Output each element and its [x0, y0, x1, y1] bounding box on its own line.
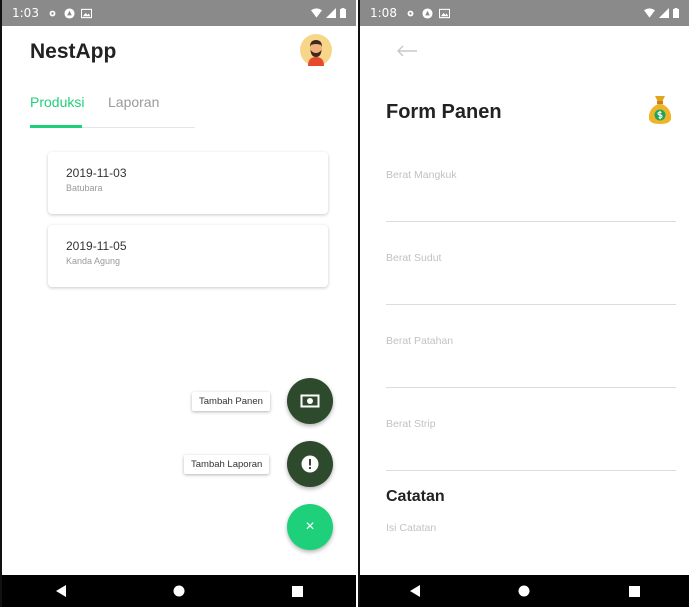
- nav-recents-button[interactable]: [614, 575, 654, 607]
- image-notification-icon: [80, 8, 92, 18]
- add-report-button[interactable]: [287, 441, 333, 487]
- phone-screen-list: 1:03 NestApp Produksi Laporan 2019-11-03…: [0, 0, 356, 607]
- signal-icon: [326, 8, 336, 18]
- signal-icon: [659, 8, 669, 18]
- nav-back-button[interactable]: [395, 575, 435, 607]
- field-berat-strip[interactable]: Berat Strip: [386, 418, 436, 430]
- nav-home-button[interactable]: [159, 575, 199, 607]
- wifi-icon: [644, 8, 655, 18]
- back-triangle-icon: [56, 585, 66, 597]
- fab-label-tambah-panen[interactable]: Tambah Panen: [192, 392, 270, 411]
- image-notification-icon: [438, 8, 450, 18]
- add-harvest-button[interactable]: [287, 378, 333, 424]
- close-fab-button[interactable]: ×: [287, 504, 333, 550]
- nav-back-button[interactable]: [41, 575, 81, 607]
- field-underline: [386, 221, 676, 222]
- field-underline: [386, 387, 676, 388]
- recents-square-icon: [291, 585, 303, 597]
- record-card[interactable]: 2019-11-05 Kanda Agung: [48, 225, 328, 287]
- record-card[interactable]: 2019-11-03 Batubara: [48, 152, 328, 214]
- status-time: 1:08: [370, 6, 397, 20]
- field-underline: [386, 470, 676, 471]
- field-berat-mangkuk[interactable]: Berat Mangkuk: [386, 169, 457, 181]
- navigation-bar: [2, 575, 356, 607]
- record-date: 2019-11-03: [66, 166, 127, 180]
- tab-bar: Produksi Laporan: [30, 94, 195, 128]
- nav-recents-button[interactable]: [277, 575, 317, 607]
- tab-laporan[interactable]: Laporan: [108, 94, 159, 110]
- field-berat-patahan[interactable]: Berat Patahan: [386, 335, 453, 347]
- active-tab-indicator: [30, 125, 82, 128]
- notes-section-title: Catatan: [386, 488, 445, 505]
- fab-label-tambah-laporan[interactable]: Tambah Laporan: [184, 455, 270, 474]
- navigation-bar: [360, 575, 689, 607]
- settings-icon: [49, 10, 56, 16]
- close-icon: ×: [305, 518, 315, 535]
- record-location: Kanda Agung: [66, 256, 121, 266]
- alert-icon: [301, 455, 319, 473]
- recents-square-icon: [628, 585, 640, 597]
- money-bag-icon: [648, 96, 672, 124]
- settings-icon: [407, 10, 414, 16]
- phone-screen-form: 1:08 Form Panen Berat Mangkuk Berat Sudu…: [358, 0, 689, 607]
- cash-icon: [300, 394, 320, 408]
- status-bar: 1:03: [2, 0, 356, 26]
- record-location: Batubara: [66, 183, 103, 193]
- battery-icon: [673, 8, 679, 18]
- wifi-icon: [311, 8, 322, 18]
- nav-home-button[interactable]: [504, 575, 544, 607]
- app-title: NestApp: [30, 40, 117, 63]
- battery-icon: [340, 8, 346, 18]
- status-bar: 1:08: [360, 0, 689, 26]
- tab-produksi[interactable]: Produksi: [30, 94, 84, 110]
- field-underline: [386, 304, 676, 305]
- home-circle-icon: [173, 585, 185, 597]
- form-title: Form Panen: [386, 101, 502, 123]
- back-arrow-icon[interactable]: [396, 44, 418, 58]
- record-date: 2019-11-05: [66, 239, 127, 253]
- field-berat-sudut[interactable]: Berat Sudut: [386, 252, 441, 264]
- back-triangle-icon: [409, 585, 420, 597]
- status-time: 1:03: [12, 6, 39, 20]
- app-notification-icon: [64, 7, 75, 19]
- home-circle-icon: [518, 585, 530, 597]
- avatar-icon[interactable]: [300, 34, 332, 66]
- app-notification-icon: [422, 7, 433, 19]
- notes-input[interactable]: Isi Catatan: [386, 522, 436, 534]
